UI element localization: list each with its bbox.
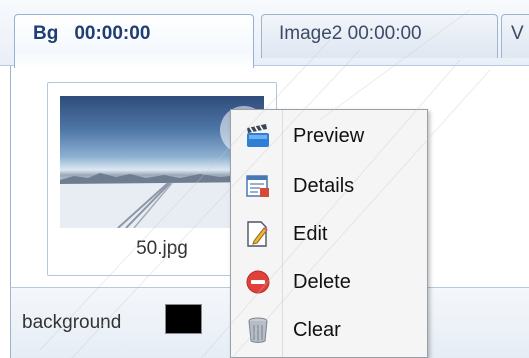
menu-item-edit-label: Edit <box>293 222 328 245</box>
details-icon <box>244 172 272 200</box>
menu-item-preview[interactable]: Preview <box>231 113 427 159</box>
background-label: background <box>22 312 122 333</box>
menu-item-edit[interactable]: Edit <box>231 211 427 257</box>
background-color-swatch[interactable] <box>165 304 202 334</box>
menu-item-details[interactable]: Details <box>231 163 427 209</box>
menu-item-clear[interactable]: Clear <box>231 307 427 353</box>
tab-partial-label: V <box>511 23 524 44</box>
clapperboard-icon <box>244 122 272 150</box>
menu-item-delete-label: Delete <box>293 270 351 293</box>
edit-icon <box>244 220 272 248</box>
menu-item-delete[interactable]: Delete <box>231 259 427 305</box>
tab-image2[interactable]: Image2 00:00:00 <box>261 14 498 58</box>
menu-item-clear-label: Clear <box>293 318 341 341</box>
media-editor: Bg 00:00:00 Image2 00:00:00 V 50.jpg back… <box>0 0 529 358</box>
tab-bg[interactable]: Bg 00:00:00 <box>14 14 254 68</box>
menu-item-preview-label: Preview <box>293 124 365 147</box>
tab-partial[interactable]: V <box>501 14 529 58</box>
delete-icon <box>244 268 272 296</box>
tab-bg-time: 00:00:00 <box>74 23 151 44</box>
trash-icon <box>244 316 272 344</box>
tab-image2-label: Image2 00:00:00 <box>279 23 422 44</box>
context-menu: Preview Details Edit Delete Clear <box>230 109 428 358</box>
menu-item-details-label: Details <box>293 174 355 197</box>
tab-bg-title: Bg <box>33 23 59 44</box>
